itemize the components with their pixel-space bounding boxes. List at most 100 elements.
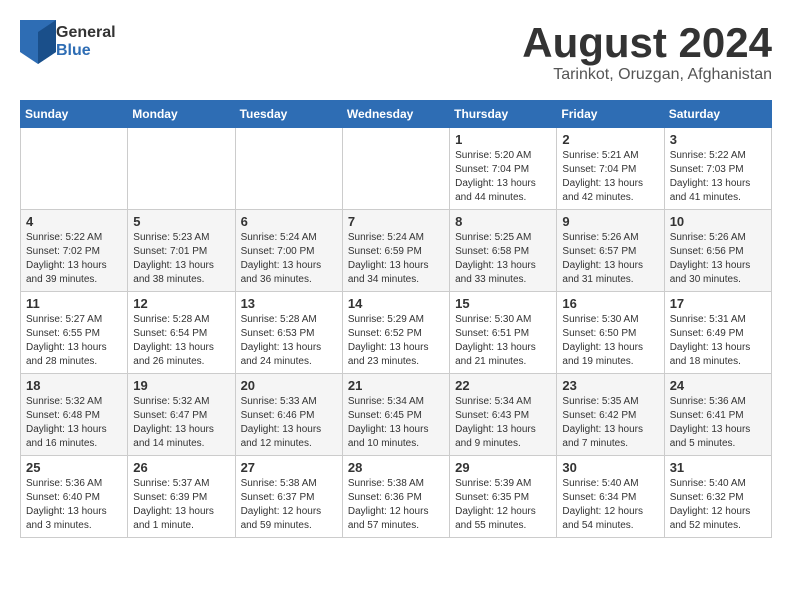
weekday-header-saturday: Saturday (664, 101, 771, 128)
weekday-header-sunday: Sunday (21, 101, 128, 128)
day-info: Sunrise: 5:30 AM Sunset: 6:51 PM Dayligh… (455, 313, 551, 369)
day-info: Sunrise: 5:34 AM Sunset: 6:45 PM Dayligh… (348, 395, 444, 451)
calendar-cell: 8 Sunrise: 5:25 AM Sunset: 6:58 PM Daylig… (450, 210, 557, 292)
day-info: Sunrise: 5:28 AM Sunset: 6:54 PM Dayligh… (133, 313, 229, 369)
logo-icon (20, 20, 56, 64)
week-row-4: 18 Sunrise: 5:32 AM Sunset: 6:48 PM Dayli… (21, 374, 772, 456)
day-info: Sunrise: 5:34 AM Sunset: 6:43 PM Dayligh… (455, 395, 551, 451)
logo-text: General Blue (56, 24, 116, 60)
day-info: Sunrise: 5:20 AM Sunset: 7:04 PM Dayligh… (455, 149, 551, 205)
calendar-cell: 1 Sunrise: 5:20 AM Sunset: 7:04 PM Daylig… (450, 128, 557, 210)
day-info: Sunrise: 5:40 AM Sunset: 6:32 PM Dayligh… (670, 477, 766, 533)
day-number: 8 (455, 214, 551, 229)
day-number: 19 (133, 378, 229, 393)
day-number: 10 (670, 214, 766, 229)
day-info: Sunrise: 5:32 AM Sunset: 6:48 PM Dayligh… (26, 395, 122, 451)
calendar-title: August 2024 (522, 20, 772, 66)
calendar-cell: 15Sunrise: 5:30 AM Sunset: 6:51 PM Dayli… (450, 292, 557, 374)
day-info: Sunrise: 5:26 AM Sunset: 6:56 PM Dayligh… (670, 231, 766, 287)
calendar-cell: 30 Sunrise: 5:40 AM Sunset: 6:34 PM Dayli… (557, 456, 664, 538)
day-info: Sunrise: 5:40 AM Sunset: 6:34 PM Dayligh… (562, 477, 658, 533)
calendar-table: SundayMondayTuesdayWednesdayThursdayFrid… (20, 100, 772, 538)
title-block: August 2024 Tarinkot, Oruzgan, Afghanist… (522, 20, 772, 84)
day-number: 30 (562, 460, 658, 475)
week-row-5: 25 Sunrise: 5:36 AM Sunset: 6:40 PM Dayli… (21, 456, 772, 538)
calendar-cell: 14 Sunrise: 5:29 AM Sunset: 6:52 PM Dayli… (342, 292, 449, 374)
day-info: Sunrise: 5:22 AM Sunset: 7:02 PM Dayligh… (26, 231, 122, 287)
day-number: 13 (241, 296, 337, 311)
logo-blue: Blue (56, 42, 116, 60)
day-number: 5 (133, 214, 229, 229)
day-info: Sunrise: 5:21 AM Sunset: 7:04 PM Dayligh… (562, 149, 658, 205)
day-number: 1 (455, 132, 551, 147)
calendar-cell: 19 Sunrise: 5:32 AM Sunset: 6:47 PM Dayli… (128, 374, 235, 456)
calendar-cell (21, 128, 128, 210)
day-number: 27 (241, 460, 337, 475)
weekday-header-wednesday: Wednesday (342, 101, 449, 128)
calendar-cell: 10 Sunrise: 5:26 AM Sunset: 6:56 PM Dayli… (664, 210, 771, 292)
day-info: Sunrise: 5:29 AM Sunset: 6:52 PM Dayligh… (348, 313, 444, 369)
calendar-header: SundayMondayTuesdayWednesdayThursdayFrid… (21, 101, 772, 128)
day-number: 3 (670, 132, 766, 147)
calendar-cell: 6Sunrise: 5:24 AM Sunset: 7:00 PM Daylig… (235, 210, 342, 292)
day-number: 6 (241, 214, 337, 229)
calendar-cell: 28 Sunrise: 5:38 AM Sunset: 6:36 PM Dayli… (342, 456, 449, 538)
calendar-cell: 13 Sunrise: 5:28 AM Sunset: 6:53 PM Dayli… (235, 292, 342, 374)
day-info: Sunrise: 5:33 AM Sunset: 6:46 PM Dayligh… (241, 395, 337, 451)
calendar-cell: 2Sunrise: 5:21 AM Sunset: 7:04 PM Daylig… (557, 128, 664, 210)
calendar-cell: 16 Sunrise: 5:30 AM Sunset: 6:50 PM Dayli… (557, 292, 664, 374)
day-number: 21 (348, 378, 444, 393)
calendar-cell: 22Sunrise: 5:34 AM Sunset: 6:43 PM Dayli… (450, 374, 557, 456)
calendar-cell (235, 128, 342, 210)
day-number: 28 (348, 460, 444, 475)
day-info: Sunrise: 5:31 AM Sunset: 6:49 PM Dayligh… (670, 313, 766, 369)
calendar-cell: 27 Sunrise: 5:38 AM Sunset: 6:37 PM Dayli… (235, 456, 342, 538)
day-info: Sunrise: 5:36 AM Sunset: 6:40 PM Dayligh… (26, 477, 122, 533)
calendar-body: 1 Sunrise: 5:20 AM Sunset: 7:04 PM Daylig… (21, 128, 772, 538)
week-row-2: 4 Sunrise: 5:22 AM Sunset: 7:02 PM Daylig… (21, 210, 772, 292)
day-info: Sunrise: 5:38 AM Sunset: 6:36 PM Dayligh… (348, 477, 444, 533)
calendar-cell: 26Sunrise: 5:37 AM Sunset: 6:39 PM Dayli… (128, 456, 235, 538)
week-row-1: 1 Sunrise: 5:20 AM Sunset: 7:04 PM Daylig… (21, 128, 772, 210)
calendar-cell (342, 128, 449, 210)
day-number: 25 (26, 460, 122, 475)
calendar-cell: 29Sunrise: 5:39 AM Sunset: 6:35 PM Dayli… (450, 456, 557, 538)
weekday-header-monday: Monday (128, 101, 235, 128)
weekday-header-tuesday: Tuesday (235, 101, 342, 128)
calendar-cell: 12Sunrise: 5:28 AM Sunset: 6:54 PM Dayli… (128, 292, 235, 374)
day-info: Sunrise: 5:39 AM Sunset: 6:35 PM Dayligh… (455, 477, 551, 533)
calendar-cell: 20Sunrise: 5:33 AM Sunset: 6:46 PM Dayli… (235, 374, 342, 456)
logo-general: General (56, 24, 116, 42)
day-number: 31 (670, 460, 766, 475)
day-number: 14 (348, 296, 444, 311)
day-info: Sunrise: 5:32 AM Sunset: 6:47 PM Dayligh… (133, 395, 229, 451)
calendar-cell: 18 Sunrise: 5:32 AM Sunset: 6:48 PM Dayli… (21, 374, 128, 456)
day-info: Sunrise: 5:25 AM Sunset: 6:58 PM Dayligh… (455, 231, 551, 287)
day-info: Sunrise: 5:36 AM Sunset: 6:41 PM Dayligh… (670, 395, 766, 451)
week-row-3: 11 Sunrise: 5:27 AM Sunset: 6:55 PM Dayli… (21, 292, 772, 374)
calendar-cell: 21 Sunrise: 5:34 AM Sunset: 6:45 PM Dayli… (342, 374, 449, 456)
day-number: 17 (670, 296, 766, 311)
calendar-cell: 5Sunrise: 5:23 AM Sunset: 7:01 PM Daylig… (128, 210, 235, 292)
day-info: Sunrise: 5:30 AM Sunset: 6:50 PM Dayligh… (562, 313, 658, 369)
weekday-row: SundayMondayTuesdayWednesdayThursdayFrid… (21, 101, 772, 128)
day-info: Sunrise: 5:26 AM Sunset: 6:57 PM Dayligh… (562, 231, 658, 287)
calendar-cell (128, 128, 235, 210)
calendar-cell: 9 Sunrise: 5:26 AM Sunset: 6:57 PM Daylig… (557, 210, 664, 292)
day-number: 18 (26, 378, 122, 393)
day-info: Sunrise: 5:27 AM Sunset: 6:55 PM Dayligh… (26, 313, 122, 369)
day-number: 24 (670, 378, 766, 393)
day-number: 16 (562, 296, 658, 311)
day-number: 7 (348, 214, 444, 229)
logo: General Blue (20, 20, 116, 64)
day-info: Sunrise: 5:28 AM Sunset: 6:53 PM Dayligh… (241, 313, 337, 369)
day-number: 11 (26, 296, 122, 311)
day-number: 4 (26, 214, 122, 229)
calendar-cell: 31 Sunrise: 5:40 AM Sunset: 6:32 PM Dayli… (664, 456, 771, 538)
calendar-cell: 4 Sunrise: 5:22 AM Sunset: 7:02 PM Daylig… (21, 210, 128, 292)
day-number: 23 (562, 378, 658, 393)
calendar-cell: 23Sunrise: 5:35 AM Sunset: 6:42 PM Dayli… (557, 374, 664, 456)
day-number: 26 (133, 460, 229, 475)
day-info: Sunrise: 5:38 AM Sunset: 6:37 PM Dayligh… (241, 477, 337, 533)
day-number: 9 (562, 214, 658, 229)
